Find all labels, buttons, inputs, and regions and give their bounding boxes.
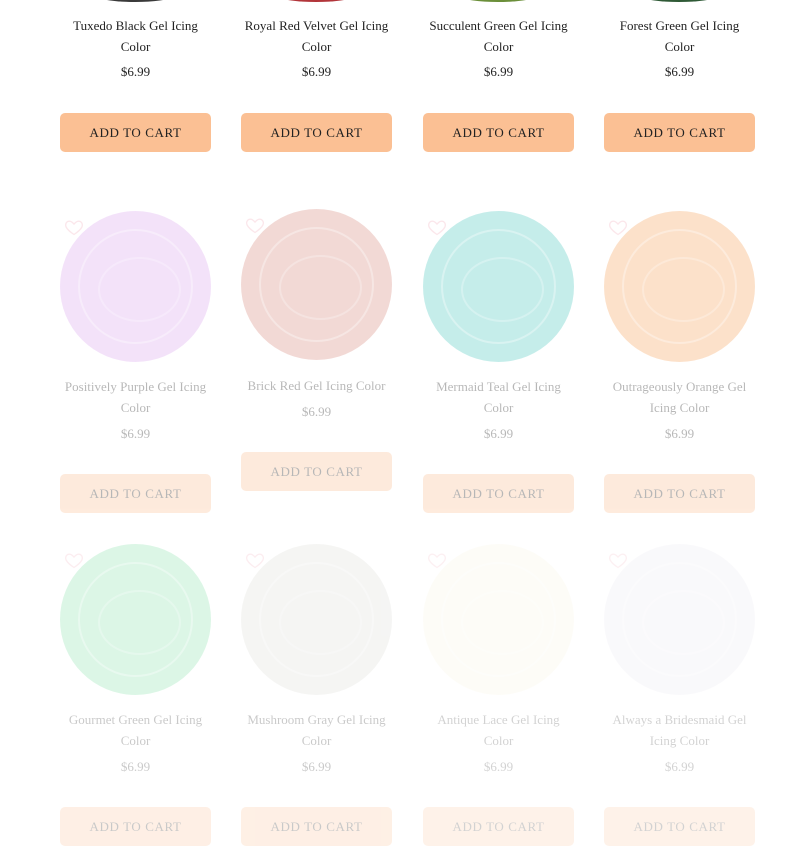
product-price: $6.99 — [120, 426, 151, 441]
add-to-cart-button[interactable]: ADD TO CART — [423, 474, 574, 513]
add-to-cart-button[interactable]: ADD TO CART — [423, 807, 574, 846]
product-price: $6.99 — [301, 64, 332, 79]
product-price: $6.99 — [664, 426, 695, 441]
heart-outline-icon[interactable] — [427, 217, 447, 237]
add-to-cart-button[interactable]: ADD TO CART — [604, 807, 755, 846]
product-name[interactable]: Gourmet Green Gel Icing Color — [60, 709, 211, 751]
product-price: $6.99 — [301, 404, 332, 419]
add-to-cart-button[interactable]: ADD TO CART — [604, 474, 755, 513]
add-to-cart-button[interactable]: ADD TO CART — [423, 113, 574, 152]
product-image-edge[interactable] — [463, 0, 533, 2]
product-name[interactable]: Mushroom Gray Gel Icing Color — [241, 709, 392, 751]
product-price: $6.99 — [120, 759, 151, 774]
product-name[interactable]: Tuxedo Black Gel Icing Color — [60, 15, 211, 57]
product-name[interactable]: Mermaid Teal Gel Icing Color — [423, 376, 574, 418]
add-to-cart-button[interactable]: ADD TO CART — [241, 113, 392, 152]
product-price: $6.99 — [301, 759, 332, 774]
product-name[interactable]: Forest Green Gel Icing Color — [604, 15, 755, 57]
product-image-edge[interactable] — [100, 0, 170, 2]
product-name[interactable]: Outrageously Orange Gel Icing Color — [604, 376, 755, 418]
heart-outline-icon[interactable] — [245, 215, 265, 235]
heart-outline-icon[interactable] — [608, 550, 628, 570]
product-price: $6.99 — [664, 64, 695, 79]
add-to-cart-button[interactable]: ADD TO CART — [60, 113, 211, 152]
product-price: $6.99 — [483, 759, 514, 774]
product-image-edge[interactable] — [281, 0, 351, 2]
product-price: $6.99 — [483, 64, 514, 79]
product-name[interactable]: Royal Red Velvet Gel Icing Color — [241, 15, 392, 57]
add-to-cart-button[interactable]: ADD TO CART — [60, 474, 211, 513]
add-to-cart-button[interactable]: ADD TO CART — [241, 452, 392, 491]
add-to-cart-button[interactable]: ADD TO CART — [604, 113, 755, 152]
add-to-cart-button[interactable]: ADD TO CART — [241, 807, 392, 846]
heart-outline-icon[interactable] — [64, 550, 84, 570]
heart-outline-icon[interactable] — [64, 217, 84, 237]
heart-outline-icon[interactable] — [427, 550, 447, 570]
heart-outline-icon[interactable] — [245, 550, 265, 570]
heart-outline-icon[interactable] — [608, 217, 628, 237]
add-to-cart-button[interactable]: ADD TO CART — [60, 807, 211, 846]
product-name[interactable]: Antique Lace Gel Icing Color — [423, 709, 574, 751]
product-name[interactable]: Always a Bridesmaid Gel Icing Color — [604, 709, 755, 751]
product-price: $6.99 — [664, 759, 695, 774]
product-price: $6.99 — [120, 64, 151, 79]
product-name[interactable]: Positively Purple Gel Icing Color — [60, 376, 211, 418]
product-name[interactable]: Succulent Green Gel Icing Color — [423, 15, 574, 57]
product-image-edge[interactable] — [644, 0, 714, 2]
product-name[interactable]: Brick Red Gel Icing Color — [241, 375, 392, 396]
product-price: $6.99 — [483, 426, 514, 441]
